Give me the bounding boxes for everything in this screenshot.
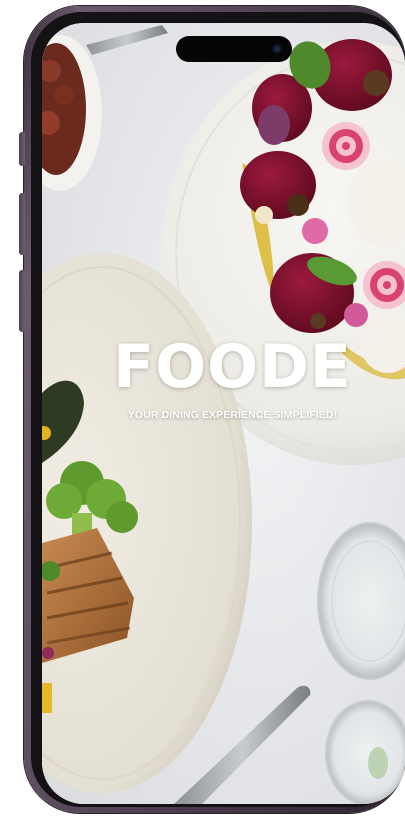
action-button bbox=[19, 132, 25, 166]
camera-icon bbox=[272, 44, 282, 54]
volume-down-button bbox=[19, 270, 25, 332]
food-table-photo bbox=[42, 23, 405, 804]
splash-screen[interactable]: FOODE YOUR DINING EXPERIENCE SIMPLIFIED! bbox=[42, 23, 405, 804]
device-mockup: FOODE YOUR DINING EXPERIENCE SIMPLIFIED! bbox=[0, 0, 405, 817]
volume-up-button bbox=[19, 193, 25, 255]
dynamic-island bbox=[176, 36, 292, 62]
